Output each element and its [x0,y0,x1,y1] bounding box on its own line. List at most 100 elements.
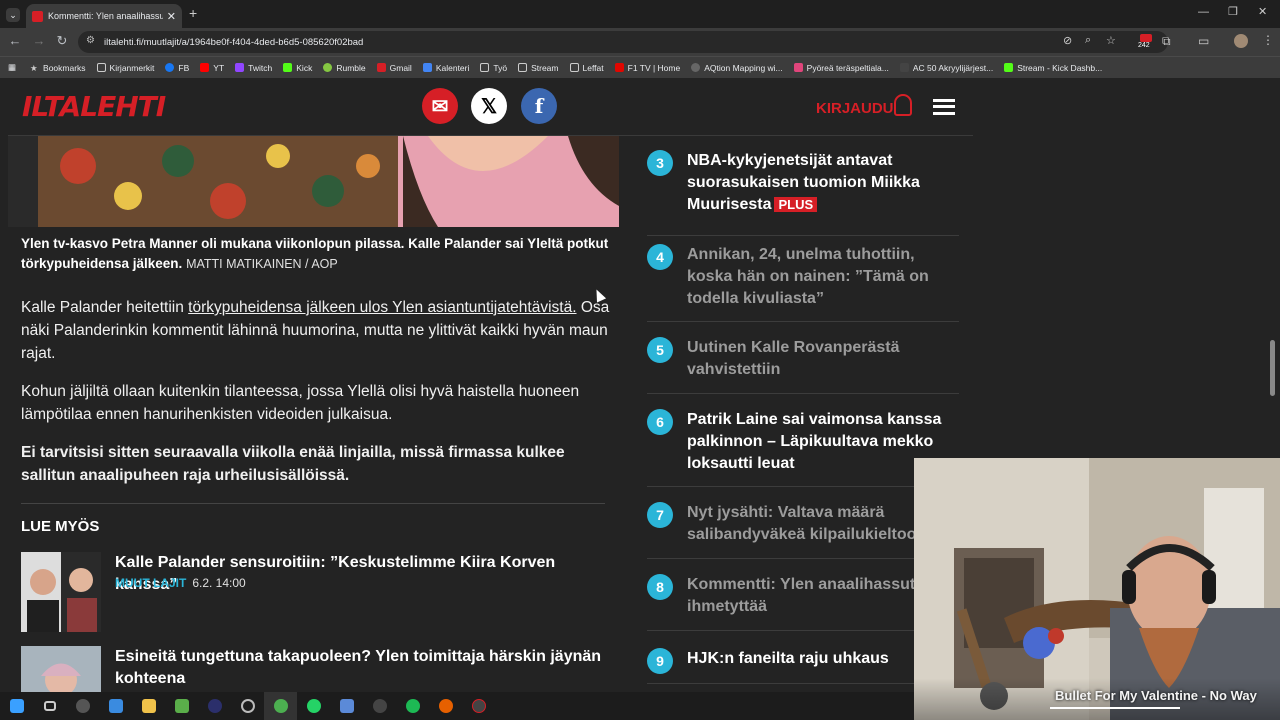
taskbar-app-icon[interactable] [231,692,264,720]
bookmark-star-icon[interactable]: ☆ [1106,34,1116,47]
bookmark-item[interactable]: FB [165,63,189,73]
login-link[interactable]: KIRJAUDU [816,100,894,117]
rank-badge: 9 [647,648,673,674]
article-hero-image [8,136,619,227]
bookmark-item[interactable]: Kick [283,63,312,73]
window-close-button[interactable]: ✕ [1258,5,1267,18]
read-also-heading: LUE MYÖS [21,518,100,535]
close-icon[interactable]: ✕ [167,10,176,23]
bookmark-item[interactable]: YT [200,63,224,73]
menu-kebab-icon[interactable]: ⋮ [1262,33,1274,47]
file-explorer-icon[interactable] [132,692,165,720]
minimize-button[interactable]: — [1198,6,1209,18]
windows-taskbar [0,692,914,720]
most-read-title[interactable]: NBA-kykyjenetsijät antavat suorasukaisen… [687,150,955,216]
task-view-icon[interactable] [33,692,66,720]
restore-button[interactable]: ❐ [1228,5,1238,18]
most-read-item[interactable]: 6 Patrik Laine sai vaimonsa kanssa palki… [647,409,959,487]
bookmark-item[interactable]: Työ [480,63,507,73]
extension-badge[interactable]: 242 [1138,34,1154,50]
related-article[interactable]: Esineitä tungettuna takapuoleen? Ylen to… [21,646,611,692]
back-button[interactable]: ← [6,33,24,48]
site-logo[interactable]: ILTALEHTI [22,90,166,123]
related-thumbnail[interactable] [21,552,101,632]
firefox-icon[interactable] [429,692,462,720]
bookmark-item[interactable]: Gmail [376,63,412,73]
chrome-icon[interactable] [264,692,297,720]
thumbnail-photo [21,552,101,632]
reload-button[interactable]: ↻ [53,33,71,49]
x-share-icon[interactable]: 𝕏 [471,88,507,124]
taskbar-app-icon[interactable] [99,692,132,720]
related-article[interactable]: Kalle Palander sensuroitiin: ”Keskusteli… [21,552,611,632]
new-tab-button[interactable]: + [189,5,197,21]
bookmark-item[interactable]: AC 50 Akryylijärjest... [899,63,993,73]
extensions-icon[interactable]: ⧉ [1162,34,1171,49]
tab-search-button[interactable]: ⌄ [6,8,20,22]
extension-badge-count: 242 [1138,42,1150,49]
most-read-item[interactable]: 4 Annikan, 24, unelma tuhottiin, koska h… [647,244,959,322]
section-divider [21,503,605,504]
paragraph-text: Kalle Palander heitettiin [21,299,189,316]
tab-strip: ⌄ Kommentti: Ylen anaalihassutt ✕ + — ❐ … [0,0,1280,28]
tracking-icon[interactable]: ⊘ [1063,34,1072,47]
bookmark-item[interactable]: Stream [518,63,559,73]
plus-badge: PLUS [774,197,818,212]
tab-active[interactable]: Kommentti: Ylen anaalihassutt ✕ [26,4,182,28]
login-label: KIRJAUDU [816,100,894,117]
now-playing-artist: Bullet For My Valentine [1055,688,1199,703]
now-playing: Bullet For My Valentine - No Way [1055,688,1257,703]
most-read-item[interactable]: 3 NBA-kykyjenetsijät antavat suorasukais… [647,150,959,236]
apps-icon[interactable]: ▦ [8,62,16,73]
rank-badge: 8 [647,574,673,600]
taskbar-app-icon[interactable] [462,692,495,720]
profile-avatar[interactable] [1234,34,1248,48]
related-thumbnail[interactable] [21,646,101,692]
cast-icon[interactable]: ▭ [1198,34,1209,48]
taskbar-app-icon[interactable] [330,692,363,720]
bookmark-item[interactable]: Kirjanmerkit [96,63,154,73]
now-playing-separator: - [1201,688,1206,703]
iltalehti-favicon-icon [32,10,43,22]
bookmark-item[interactable]: Pyöreä teräspeltiala... [793,63,889,73]
bookmark-item[interactable]: AQtion Mapping wi... [691,63,783,73]
hamburger-menu-icon[interactable] [933,99,955,115]
user-icon[interactable] [894,94,912,116]
related-section[interactable]: MUUT LAJIT [115,576,186,590]
most-read-item[interactable]: 9 HJK:n faneilta raju uhkaus [647,648,959,684]
forward-button[interactable]: → [30,33,48,48]
bookmark-item[interactable]: Twitch [235,63,272,73]
spotify-icon[interactable] [396,692,429,720]
obs-icon[interactable] [198,692,231,720]
scrollbar-thumb[interactable] [1270,340,1275,396]
rank-badge: 7 [647,502,673,528]
zoom-icon[interactable]: ⌕ [1085,34,1091,47]
bookmark-item[interactable]: Rumble [323,63,366,73]
address-bar[interactable]: ⚙ iltalehti.fi/muutlajit/a/1964be0f-f404… [78,31,1168,53]
taskbar-app-icon[interactable] [66,692,99,720]
start-button[interactable] [0,692,33,720]
facebook-share-icon[interactable]: f [521,88,557,124]
bookmark-item[interactable]: Kalenteri [422,63,469,73]
image-caption: Ylen tv-kasvo Petra Manner oli mukana vi… [21,234,611,274]
tab-title: Kommentti: Ylen anaalihassutt [48,11,163,21]
related-title[interactable]: Esineitä tungettuna takapuoleen? Ylen to… [115,646,605,690]
article-inline-link[interactable]: törkypuheidensa jälkeen ulos Ylen asiant… [188,299,576,316]
bookmark-item[interactable]: ★ Bookmarks [30,63,86,74]
email-share-icon[interactable]: ✉ [422,88,458,124]
bookmark-item[interactable]: F1 TV | Home [614,63,680,73]
taskbar-app-icon[interactable] [363,692,396,720]
site-header: ILTALEHTI ✉ 𝕏 f KIRJAUDU [8,78,973,136]
site-info-icon[interactable]: ⚙ [86,35,95,46]
most-read-title[interactable]: Annikan, 24, unelma tuhottiin, koska hän… [687,244,955,310]
most-read-item[interactable]: 5 Uutinen Kalle Rovanperästä vahvistetti… [647,337,959,394]
article-paragraph-bold: Ei tarvitsisi sitten seuraavalla viikoll… [21,444,565,484]
now-playing-progress [1050,707,1180,709]
whatsapp-icon[interactable] [297,692,330,720]
bookmark-item[interactable]: Stream - Kick Dashb... [1004,63,1102,73]
most-read-title[interactable]: Uutinen Kalle Rovanperästä vahvistettiin [687,337,955,381]
most-read-item[interactable]: 7 Nyt jysähti: Valtava määrä salibandyvä… [647,502,959,559]
notepad-icon[interactable] [165,692,198,720]
most-read-item[interactable]: 8 Kommentti: Ylen anaalihassuttel ihmety… [647,574,959,631]
bookmark-item[interactable]: Leffat [569,63,604,73]
